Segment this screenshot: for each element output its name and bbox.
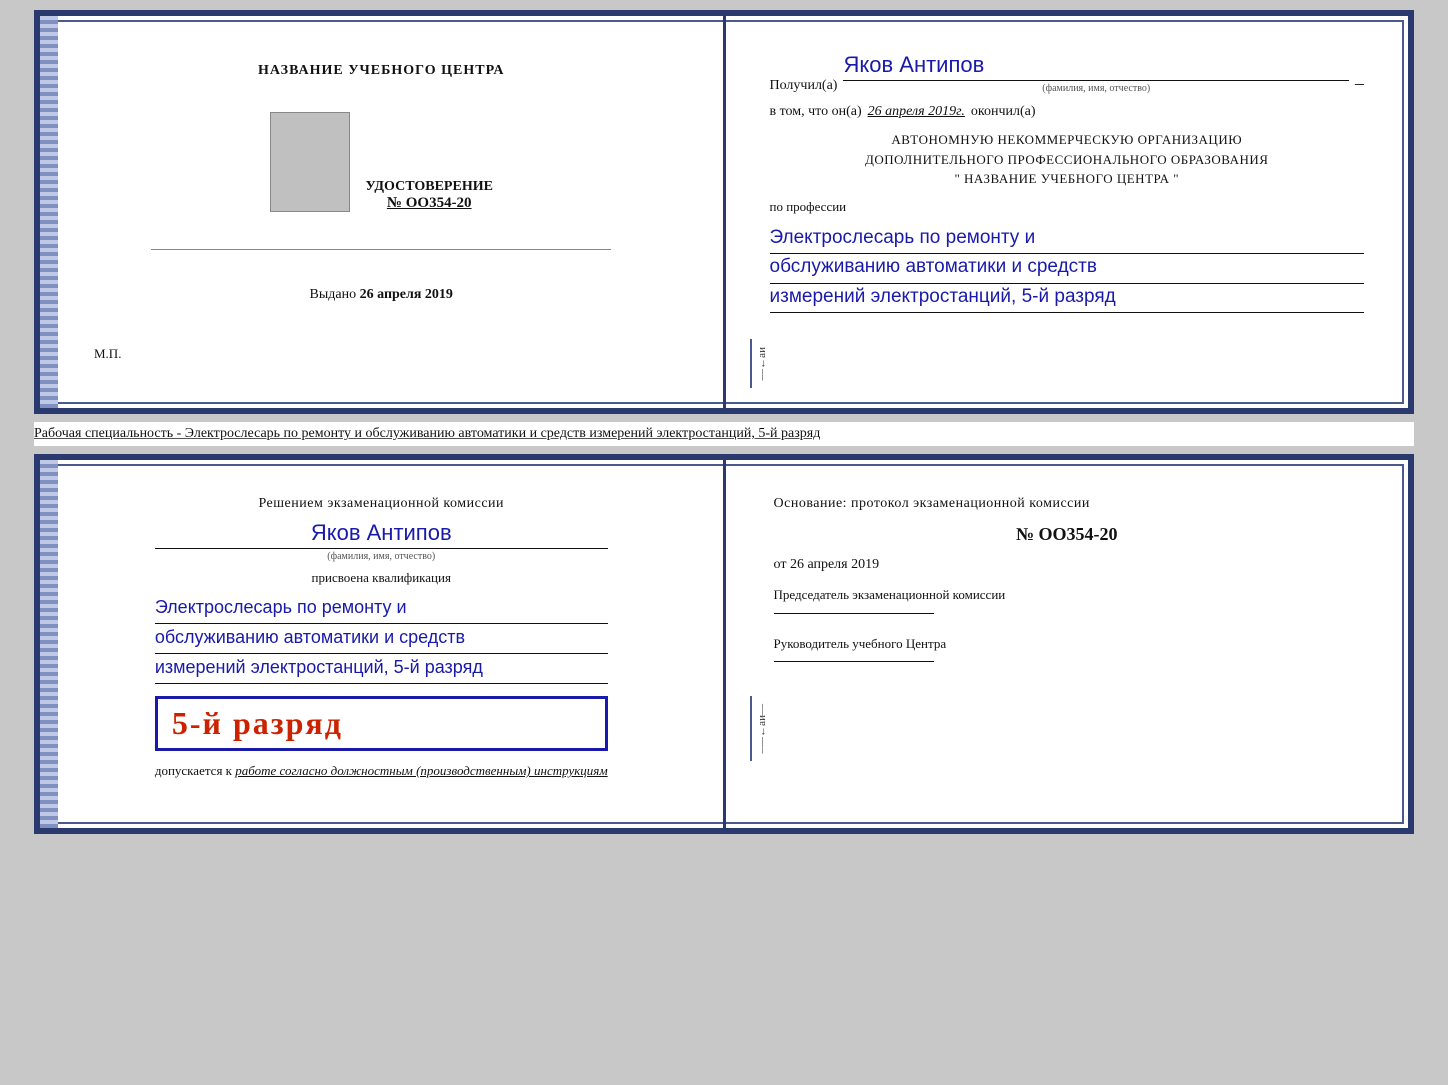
mp-label: М.П. — [94, 346, 121, 362]
org-line2: ДОПОЛНИТЕЛЬНОГО ПРОФЕССИОНАЛЬНОГО ОБРАЗО… — [770, 150, 1365, 170]
bottom-margin-char-8: – — [756, 748, 768, 754]
bottom-diploma-right: Основание: протокол экзаменационной коми… — [726, 460, 1409, 828]
allowed-text: допускается к работе согласно должностны… — [155, 763, 608, 779]
fio-sublabel-bottom: (фамилия, имя, отчество) — [155, 551, 608, 562]
top-diploma-right: Получил(а) Яков Антипов (фамилия, имя, о… — [726, 16, 1409, 408]
top-left-content: НАЗВАНИЕ УЧЕБНОГО ЦЕНТРА УДОСТОВЕРЕНИЕ №… — [64, 36, 699, 388]
director-signature-line — [774, 661, 934, 662]
issued-date: 26 апреля 2019 — [360, 287, 453, 302]
top-diploma: НАЗВАНИЕ УЧЕБНОГО ЦЕНТРА УДОСТОВЕРЕНИЕ №… — [34, 10, 1414, 414]
protocol-number: № OO354-20 — [774, 524, 1361, 545]
director-block: Руководитель учебного Центра — [774, 634, 1361, 671]
left-decorative-strip — [40, 16, 58, 408]
confirm-line: в том, что он(а) 26 апреля 2019г. окончи… — [770, 104, 1365, 120]
right-margin: и а ← – – — [750, 339, 772, 388]
recipient-prefix: Получил(а) — [770, 78, 838, 94]
rank-badge: 5-й разряд — [155, 696, 608, 751]
chairman-title: Председатель экзаменационной комиссии — [774, 585, 1361, 605]
bottom-diploma: Решением экзаменационной комиссии Яков А… — [34, 454, 1414, 834]
bottom-diploma-left: Решением экзаменационной комиссии Яков А… — [40, 460, 726, 828]
assigned-label: присвоена квалификация — [155, 570, 608, 586]
bottom-left-content: Решением экзаменационной комиссии Яков А… — [125, 480, 638, 795]
confirm-date: 26 апреля 2019г. — [868, 104, 965, 120]
org-block: АВТОНОМНУЮ НЕКОММЕРЧЕСКУЮ ОРГАНИЗАЦИЮ ДО… — [770, 130, 1365, 189]
margin-char-3: ← — [756, 358, 768, 369]
protocol-date: от 26 апреля 2019 — [774, 557, 1361, 573]
profession-label: по профессии — [770, 199, 1365, 215]
allowed-italic: работе согласно должностным (производств… — [235, 763, 607, 778]
qual-line-2: обслуживанию автоматики и средств — [155, 624, 608, 654]
recipient-line: Получил(а) Яков Антипов (фамилия, имя, о… — [770, 52, 1365, 94]
cert-label: УДОСТОВЕРЕНИЕ — [366, 179, 493, 195]
bottom-margin-char-5: ← — [756, 726, 768, 737]
profession-line-3: измерений электростанций, 5-й разряд — [770, 284, 1365, 314]
protocol-date-prefix: от — [774, 557, 787, 572]
qual-line-1: Электрослесарь по ремонту и — [155, 594, 608, 624]
confirm-suffix: окончил(а) — [971, 104, 1036, 120]
cert-number: № OO354-20 — [366, 195, 493, 212]
document-wrapper: НАЗВАНИЕ УЧЕБНОГО ЦЕНТРА УДОСТОВЕРЕНИЕ №… — [34, 10, 1414, 834]
training-center-title: НАЗВАНИЕ УЧЕБНОГО ЦЕНТРА — [258, 63, 504, 79]
recipient-name: Яков Антипов — [843, 52, 1349, 81]
top-diploma-left: НАЗВАНИЕ УЧЕБНОГО ЦЕНТРА УДОСТОВЕРЕНИЕ №… — [40, 16, 726, 408]
confirm-prefix: в том, что он(а) — [770, 104, 862, 120]
bottom-right-content: Основание: протокол экзаменационной коми… — [750, 480, 1385, 686]
profession-line-2: обслуживанию автоматики и средств — [770, 254, 1365, 284]
allowed-prefix: допускается к — [155, 763, 232, 778]
chairman-signature-line — [774, 613, 934, 614]
fio-sublabel-top: (фамилия, имя, отчество) — [843, 83, 1349, 94]
org-name: " НАЗВАНИЕ УЧЕБНОГО ЦЕНТРА " — [770, 169, 1365, 189]
bottom-left-strip — [40, 460, 58, 828]
separator-text: Рабочая специальность - Электрослесарь п… — [34, 422, 1414, 446]
person-name-bottom: Яков Антипов — [155, 520, 608, 549]
photo-placeholder — [270, 112, 350, 212]
rank-badge-text: 5-й разряд — [172, 705, 343, 741]
protocol-date-value: 26 апреля 2019 — [790, 557, 879, 572]
profession-line-1: Электрослесарь по ремонту и — [770, 225, 1365, 255]
org-name-text: НАЗВАНИЕ УЧЕБНОГО ЦЕНТРА — [964, 171, 1169, 186]
top-right-content: Получил(а) Яков Антипов (фамилия, имя, о… — [750, 36, 1385, 329]
org-line1: АВТОНОМНУЮ НЕКОММЕРЧЕСКУЮ ОРГАНИЗАЦИЮ — [770, 130, 1365, 150]
cert-number-block: УДОСТОВЕРЕНИЕ № OO354-20 — [366, 179, 493, 212]
decision-text: Решением экзаменационной комиссии — [155, 496, 608, 512]
director-title: Руководитель учебного Центра — [774, 634, 1361, 654]
issued-label: Выдано — [310, 287, 357, 302]
basis-title: Основание: протокол экзаменационной коми… — [774, 496, 1361, 512]
bottom-right-margin: – – и а ← – – – — [750, 696, 772, 761]
qualification-text: Электрослесарь по ремонту и обслуживанию… — [155, 594, 608, 684]
chairman-block: Председатель экзаменационной комиссии — [774, 585, 1361, 622]
qual-line-3: измерений электростанций, 5-й разряд — [155, 654, 608, 684]
issued-block: Выдано 26 апреля 2019 — [310, 287, 453, 303]
margin-char-5: – — [756, 375, 768, 381]
profession-text: Электрослесарь по ремонту и обслуживанию… — [770, 225, 1365, 314]
